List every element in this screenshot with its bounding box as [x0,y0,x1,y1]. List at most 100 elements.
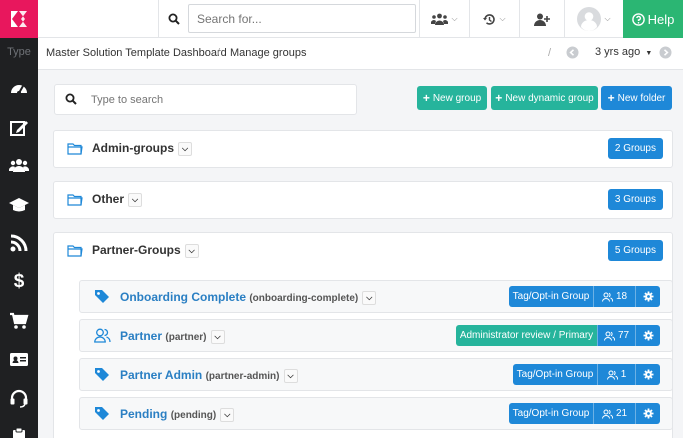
new-dynamic-group-label: New dynamic group [505,92,594,104]
sidebar-item-reports[interactable] [0,418,38,438]
member-count: 1 [620,369,627,380]
new-dynamic-group-button[interactable]: + New dynamic group [491,86,598,110]
chevron-down-icon[interactable]: ⌵ [178,141,192,156]
group-slug: (partner) [165,332,207,343]
add-user-button[interactable] [520,0,565,38]
group-slug: (partner-admin) [205,371,280,382]
group-row: Partner (partner) ⌵ Administrator review … [79,319,673,352]
sidebar-item-support[interactable] [0,380,38,416]
member-count-badge[interactable]: 21 [593,403,635,424]
sidebar-item-users[interactable] [0,147,38,183]
group-name: Onboarding Complete [120,290,246,304]
edit-icon [10,121,28,136]
history-icon [483,13,496,25]
chevron-down-icon[interactable]: ⌵ [210,329,225,344]
new-group-label: New group [432,92,482,104]
folder-title[interactable]: Admin-groups ⌵ [92,141,192,156]
group-settings-button[interactable] [635,403,660,424]
group-type-badge[interactable]: Tag/Opt-in Group [513,364,597,385]
folder-admin-groups: Admin-groups ⌵ 2 Groups [53,130,673,168]
breadcrumb-current: Manage groups [230,47,307,59]
users-outline-icon [606,370,618,380]
sidebar-item-edit[interactable] [0,110,38,146]
profile-menu-button[interactable]: ⌵ [565,0,623,38]
users-icon [431,13,449,25]
chevron-down-icon[interactable]: ⌵ [220,407,235,422]
chevron-down-icon[interactable]: ⌵ [128,192,143,207]
folder-icon [67,193,83,209]
dashboard-icon [11,85,27,95]
folder-name: Partner-Groups [92,243,181,257]
folder-title[interactable]: Partner-Groups ⌵ [92,243,199,258]
group-name: Partner Admin [120,368,203,382]
group-slug: (pending) [170,410,217,421]
tag-icon [94,406,110,423]
member-count-badge[interactable]: 1 [597,364,635,385]
chevron-down-icon: ⌵ [604,14,611,23]
group-name-link[interactable]: Partner Admin (partner-admin) ⌵ [120,368,298,383]
folder-title[interactable]: Other ⌵ [92,192,143,207]
group-row: Pending (pending) ⌵ Tag/Opt-in Group 21 [79,397,673,430]
group-row: Partner Admin (partner-admin) ⌵ Tag/Opt-i… [79,358,673,391]
sidebar-item-courses[interactable] [0,187,38,223]
groups-menu-button[interactable]: ⌵ [420,0,470,38]
help-label: Help [647,11,675,27]
breadcrumb-separator: / [217,47,221,59]
group-type-badge[interactable]: Tag/Opt-in Group [509,286,593,307]
history-forward-button[interactable] [659,46,672,62]
tag-icon [94,367,110,384]
chevron-down-icon[interactable]: ⌵ [184,243,199,258]
chevron-down-icon: ⌵ [499,14,506,23]
folder-icon [67,142,83,158]
group-name-link[interactable]: Pending (pending) ⌵ [120,407,235,422]
chevron-down-icon[interactable]: ⌵ [362,290,377,305]
group-name-link[interactable]: Onboarding Complete (onboarding-complete… [120,290,377,305]
group-count-badge[interactable]: 5 Groups [607,240,663,261]
group-count-badge[interactable]: 3 Groups [607,189,663,210]
history-back-button[interactable] [566,46,579,62]
history-menu-button[interactable]: ⌵ [470,0,520,38]
sidebar-item-shop[interactable] [0,303,38,339]
gear-icon [643,369,653,380]
group-settings-button[interactable] [635,286,660,307]
breadcrumb-root[interactable]: Master Solution Template Dashboard [46,47,227,59]
search-icon [65,93,77,108]
global-search-button[interactable] [159,0,188,38]
sidebar-item-dashboard[interactable] [0,71,38,107]
folder-other: Other ⌵ 3 Groups [53,181,673,219]
cart-icon [10,312,29,329]
new-group-button[interactable]: + New group [417,86,487,110]
sidebar-item-payments[interactable]: $ [0,264,38,300]
group-settings-button[interactable] [635,325,660,346]
gear-icon [643,330,653,341]
group-search-input[interactable] [91,91,349,109]
sidebar-item-profiles[interactable] [0,341,38,377]
member-count-badge[interactable]: 77 [597,325,635,346]
group-row: Onboarding Complete (onboarding-complete… [79,280,673,313]
breadcrumb: Master Solution Template Dashboard / Man… [38,38,683,70]
clipboard-icon [13,427,25,438]
tag-icon [94,289,110,306]
chevron-down-icon: ⌵ [451,14,458,23]
sidebar-item-feed[interactable] [0,225,38,261]
group-name-link[interactable]: Partner (partner) ⌵ [120,329,225,344]
member-count: 18 [615,291,628,302]
member-count-badge[interactable]: 18 [593,286,635,307]
folder-name: Admin-groups [92,141,174,155]
group-count-badge[interactable]: 2 Groups [607,138,663,159]
group-settings-button[interactable] [635,364,660,385]
help-button[interactable]: Help [623,0,683,38]
folder-icon [67,244,83,260]
time-selector[interactable]: 3 yrs ago ▼ [595,46,652,58]
global-search-input[interactable] [188,4,416,33]
new-folder-label: New folder [617,92,666,104]
group-type-badge[interactable]: Administrator review / Primary [456,325,597,346]
users-outline-icon [601,292,613,302]
group-type-badge[interactable]: Tag/Opt-in Group [509,403,593,424]
new-folder-button[interactable]: + New folder [601,86,672,110]
brand-logo[interactable] [0,0,38,38]
rss-icon [10,234,28,252]
graduation-cap-icon [9,198,29,212]
chevron-down-icon[interactable]: ⌵ [283,368,298,383]
sidebar: Type $ [0,0,38,438]
